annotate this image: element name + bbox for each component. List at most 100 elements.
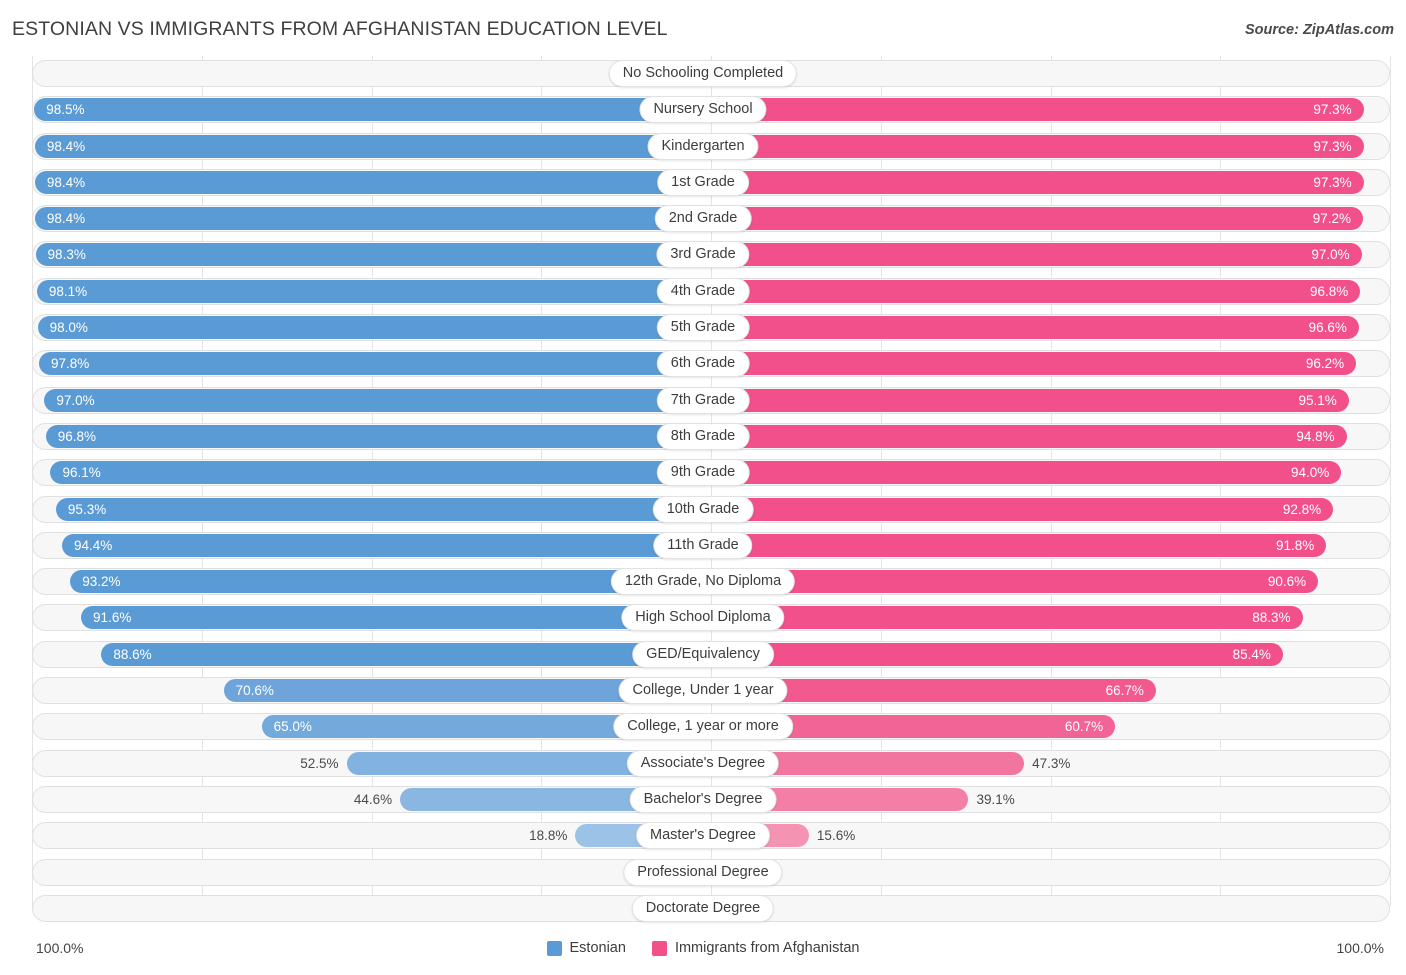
category-label-wrap: No Schooling Completed xyxy=(608,60,798,87)
chart-row: 6.0%4.5%Professional Degree xyxy=(0,855,1406,891)
category-label-wrap: High School Diploma xyxy=(621,604,785,632)
category-label: 12th Grade, No Diploma xyxy=(610,568,796,596)
bar-estonian: 98.4% xyxy=(34,207,703,231)
category-label: 3rd Grade xyxy=(656,241,750,269)
bar-estonian: 96.8% xyxy=(45,424,703,448)
category-label-wrap: Master's Degree xyxy=(636,822,770,850)
category-label-wrap: Associate's Degree xyxy=(626,749,780,777)
bar-value-immigrants: 96.2% xyxy=(1305,356,1345,372)
category-label-wrap: 10th Grade xyxy=(652,495,754,523)
category-label-wrap: Bachelor's Degree xyxy=(629,785,777,813)
chart-row: 91.6% 88.3% High School Diploma xyxy=(0,600,1406,636)
legend-swatch-icon xyxy=(546,940,562,956)
chart-row: 97.8% 96.2% 6th Grade xyxy=(0,346,1406,382)
category-label: 2nd Grade xyxy=(654,205,752,233)
category-label-wrap: 11th Grade xyxy=(653,531,753,559)
bar-estonian: 98.4% xyxy=(34,170,703,194)
chart-row: 94.4% 91.8% 11th Grade xyxy=(0,528,1406,564)
chart-row: 98.0% 96.6% 5th Grade xyxy=(0,310,1406,346)
category-label-wrap: 2nd Grade xyxy=(654,205,752,233)
category-label: No Schooling Completed xyxy=(608,60,798,87)
category-label-wrap: 9th Grade xyxy=(656,459,750,487)
bar-value-immigrants: 88.3% xyxy=(1252,610,1291,626)
legend-item[interactable]: Immigrants from Afghanistan xyxy=(651,940,860,956)
bar-value-immigrants: 94.8% xyxy=(1296,428,1335,444)
bar-estonian: 98.0% xyxy=(37,316,703,340)
chart-row: 98.3% 97.0% 3rd Grade xyxy=(0,237,1406,273)
bar-estonian: 98.3% xyxy=(35,243,703,267)
bar-value-estonian: 88.6% xyxy=(113,646,152,662)
category-label-wrap: 1st Grade xyxy=(657,168,749,196)
bar-value-immigrants: 97.3% xyxy=(1313,102,1352,118)
chart-footer: 100.0% 100.0% Estonian Immigrants from Af… xyxy=(0,928,1406,975)
chart-row: 98.5% 97.3% Nursery School xyxy=(0,92,1406,128)
bar-value-immigrants: 66.7% xyxy=(1105,683,1144,699)
category-label: College, 1 year or more xyxy=(613,713,793,741)
category-label-wrap: 6th Grade xyxy=(656,350,750,378)
category-label-wrap: 12th Grade, No Diploma xyxy=(610,568,796,596)
bar-value-immigrants: 97.0% xyxy=(1311,247,1350,263)
bar-immigrants: 96.6% xyxy=(703,316,1359,340)
bar-value-immigrants: 95.1% xyxy=(1298,392,1337,408)
bar-value-estonian: 97.0% xyxy=(56,392,95,408)
category-label: 6th Grade xyxy=(656,350,750,378)
bar-estonian: 98.4% xyxy=(34,134,703,158)
chart-row: 1.6%2.7%No Schooling Completed xyxy=(0,56,1406,92)
category-label-wrap: 7th Grade xyxy=(656,386,750,414)
chart-row: 18.8% 15.6% Master's Degree xyxy=(0,818,1406,854)
bar-estonian: 98.5% xyxy=(34,98,703,122)
category-label: 4th Grade xyxy=(656,277,750,305)
bar-value-estonian: 98.4% xyxy=(46,211,86,227)
chart-row: 96.8% 94.8% 8th Grade xyxy=(0,419,1406,455)
chart-row: 98.4% 97.2% 2nd Grade xyxy=(0,201,1406,237)
bar-value-immigrants: 47.3% xyxy=(1032,755,1071,771)
category-label: 11th Grade xyxy=(653,531,753,559)
category-label: Nursery School xyxy=(639,96,767,124)
category-label-wrap: Nursery School xyxy=(639,96,767,124)
bar-immigrants: 90.6% xyxy=(703,570,1319,594)
bar-value-estonian: 18.8% xyxy=(529,828,568,844)
bar-value-immigrants: 15.6% xyxy=(816,828,856,844)
bar-value-estonian: 94.4% xyxy=(74,537,113,553)
bar-value-estonian: 44.6% xyxy=(353,791,393,807)
category-label-wrap: 3rd Grade xyxy=(656,241,750,269)
bar-value-immigrants: 94.0% xyxy=(1290,465,1330,481)
category-label-wrap: 8th Grade xyxy=(656,422,750,450)
bar-value-estonian: 91.6% xyxy=(93,610,132,626)
chart-row: 98.4% 97.3% 1st Grade xyxy=(0,165,1406,201)
bar-estonian: 94.4% xyxy=(62,533,703,557)
chart-row: 93.2% 90.6% 12th Grade, No Diploma xyxy=(0,564,1406,600)
bar-immigrants: 97.0% xyxy=(703,243,1362,267)
legend-item[interactable]: Estonian xyxy=(546,940,626,956)
category-label-wrap: Kindergarten xyxy=(647,132,759,160)
bar-value-estonian: 95.3% xyxy=(67,501,107,517)
category-label: Kindergarten xyxy=(647,132,759,160)
category-label: Bachelor's Degree xyxy=(629,785,777,813)
bar-immigrants: 92.8% xyxy=(703,497,1334,521)
bar-value-immigrants: 96.6% xyxy=(1308,320,1347,336)
bar-value-immigrants: 91.8% xyxy=(1276,537,1315,553)
category-label: Associate's Degree xyxy=(626,749,780,777)
source-attribution: Source: ZipAtlas.com xyxy=(1244,22,1394,38)
bar-value-immigrants: 90.6% xyxy=(1267,574,1307,590)
bar-estonian: 98.1% xyxy=(36,279,703,303)
bar-immigrants: 97.2% xyxy=(703,207,1363,231)
legend-label: Estonian xyxy=(569,940,626,956)
category-label: Professional Degree xyxy=(623,858,783,886)
bar-rows: 1.6%2.7%No Schooling Completed 98.5% 97.3%… xyxy=(0,56,1406,927)
category-label: 10th Grade xyxy=(652,495,754,523)
bar-value-immigrants: 39.1% xyxy=(976,791,1015,807)
chart-header: ESTONIAN VS IMMIGRANTS FROM AFGHANISTAN … xyxy=(0,0,1406,56)
category-label: 8th Grade xyxy=(656,422,750,450)
category-label: High School Diploma xyxy=(621,604,785,632)
legend-swatch-icon xyxy=(651,940,667,956)
bar-estonian: 96.1% xyxy=(50,461,703,485)
category-label-wrap: Doctorate Degree xyxy=(631,894,775,922)
bar-value-immigrants: 97.3% xyxy=(1313,138,1352,154)
bar-immigrants: 97.3% xyxy=(703,134,1364,158)
page-title: ESTONIAN VS IMMIGRANTS FROM AFGHANISTAN … xyxy=(12,18,668,40)
category-label-wrap: GED/Equivalency xyxy=(632,640,774,668)
bar-value-immigrants: 96.8% xyxy=(1309,283,1349,299)
bar-estonian: 93.2% xyxy=(70,570,703,594)
bar-immigrants: 96.8% xyxy=(703,279,1361,303)
